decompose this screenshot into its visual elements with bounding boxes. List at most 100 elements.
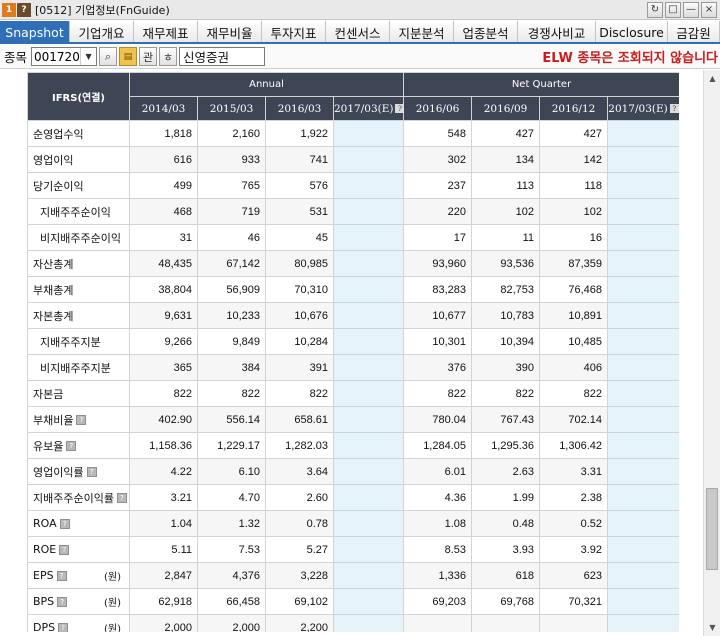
estimate-cell [607, 614, 679, 632]
tab-disclosure[interactable]: Disclosure [596, 21, 668, 42]
close-icon[interactable]: × [701, 1, 717, 18]
table-row: 순영업수익 1,818 2,160 1,922 548 427 427 [27, 120, 679, 147]
estimate-cell [332, 510, 405, 537]
value-cell: 1,282.03 [265, 432, 334, 459]
info-icon[interactable]: ? [58, 622, 69, 632]
estimate-cell [332, 302, 405, 329]
info-icon[interactable]: ? [66, 440, 77, 451]
tab-financial-statements[interactable]: 재무제표 [134, 21, 198, 42]
estimate-cell [332, 146, 405, 173]
estimate-cell [332, 484, 405, 511]
value-cell: 556.14 [197, 406, 266, 433]
estimate-cell [607, 536, 679, 563]
row-label-cell: 지배주주순이익률? [27, 484, 130, 511]
stock-code-input[interactable] [32, 49, 81, 64]
tab-company-overview[interactable]: 기업개요 [70, 21, 134, 42]
info-icon[interactable]: ? [116, 492, 127, 503]
estimate-cell [332, 432, 405, 459]
alert-button[interactable]: ㅎ [159, 47, 178, 66]
estimate-cell [332, 328, 405, 355]
value-cell: 531 [265, 198, 334, 225]
value-cell: 56,909 [197, 276, 266, 303]
value-cell: 7.53 [197, 536, 266, 563]
value-cell: 83,283 [403, 276, 473, 303]
value-cell: 10,394 [471, 328, 541, 355]
tab-snapshot[interactable]: Snapshot [0, 21, 70, 42]
tab-peer-comparison[interactable]: 경쟁사비교 [518, 21, 596, 42]
table-row: 영업이익률? 4.22 6.10 3.64 6.01 2.63 3.31 [27, 458, 679, 485]
table-row: 비지배주주순이익 31 46 45 17 11 16 [27, 224, 679, 251]
tab-investment-indicators[interactable]: 투자지표 [262, 21, 326, 42]
estimate-cell [607, 146, 679, 173]
tab-shareholding[interactable]: 지분분석 [390, 21, 454, 42]
value-cell: 406 [539, 354, 609, 381]
tab-fss[interactable]: 금감원 [668, 21, 720, 42]
info-icon[interactable]: ? [669, 104, 679, 113]
table-row: 지배주주순이익률? 3.21 4.70 2.60 4.36 1.99 2.38 [27, 484, 679, 511]
scrollbar-thumb[interactable] [706, 488, 718, 570]
help-badge-icon[interactable]: ? [17, 2, 31, 17]
value-cell: 1,306.42 [539, 432, 609, 459]
info-icon[interactable]: ? [57, 596, 68, 607]
refresh-icon[interactable]: ↻ [647, 1, 663, 18]
value-cell: 391 [265, 354, 334, 381]
row-label-cell: 영업이익 [27, 146, 130, 173]
folder-icon[interactable]: ▤ [119, 47, 138, 66]
value-cell: 38,804 [129, 276, 198, 303]
value-cell: 616 [129, 146, 198, 173]
value-cell: 4,376 [197, 562, 266, 589]
info-icon[interactable]: ? [76, 414, 87, 425]
value-cell: 69,768 [471, 588, 541, 615]
scroll-down-icon[interactable]: ▼ [704, 619, 720, 636]
row-label: 부채비율 [33, 413, 74, 427]
value-cell: 17 [403, 224, 473, 251]
row-label: 부채총계 [33, 283, 74, 297]
related-stocks-button[interactable]: 관 [139, 47, 158, 66]
info-icon[interactable]: ? [59, 544, 70, 555]
table-row: BPS? (원) 62,918 66,458 69,102 69,203 69,768 70,… [27, 588, 679, 615]
row-label: ROE [33, 543, 57, 556]
table-row: 자본총계 9,631 10,233 10,676 10,677 10,783 10,891 [27, 302, 679, 329]
value-cell: 10,783 [471, 302, 541, 329]
table-body: 순영업수익 1,818 2,160 1,922 548 427 427 영업이익 616 933 7… [27, 120, 679, 632]
value-cell: 2,000 [197, 614, 266, 632]
info-icon[interactable]: ? [395, 104, 405, 113]
estimate-cell [607, 224, 679, 251]
estimate-cell [607, 432, 679, 459]
screen-number-badge: 1 [2, 2, 16, 17]
maximize-icon[interactable]: □ [665, 1, 681, 18]
search-icon[interactable]: ⌕ [99, 47, 118, 66]
estimate-cell [332, 380, 405, 407]
value-cell: 80,985 [265, 250, 334, 277]
info-icon[interactable]: ? [59, 518, 70, 529]
value-cell: 384 [197, 354, 266, 381]
tab-financial-ratios[interactable]: 재무비율 [198, 21, 262, 42]
row-label-cell: ROA? [27, 510, 130, 537]
stock-code-combobox[interactable]: ▼ [31, 47, 98, 66]
info-icon[interactable]: ? [56, 570, 67, 581]
row-label: BPS [33, 595, 55, 608]
minimize-icon[interactable]: — [683, 1, 699, 18]
table-row: 부채비율? 402.90 556.14 658.61 780.04 767.43 702.1… [27, 406, 679, 433]
row-label-cell: 비지배주주지분 [27, 354, 130, 381]
tab-industry-analysis[interactable]: 업종분석 [454, 21, 518, 42]
vertical-scrollbar[interactable]: ▲ ▼ [703, 70, 720, 636]
value-cell: 10,284 [265, 328, 334, 355]
annual-group-header: Annual [128, 72, 405, 97]
value-cell: 62,918 [129, 588, 198, 615]
value-cell: 5.27 [265, 536, 334, 563]
value-cell: 1,922 [265, 120, 334, 147]
table-row: 비지배주주지분 365 384 391 376 390 406 [27, 354, 679, 381]
info-icon[interactable]: ? [86, 466, 97, 477]
scroll-up-icon[interactable]: ▲ [704, 70, 720, 87]
chevron-down-icon[interactable]: ▼ [80, 48, 96, 65]
value-cell: 1.04 [129, 510, 198, 537]
value-cell: 1,295.36 [471, 432, 541, 459]
value-cell: 3.31 [539, 458, 609, 485]
table-row: 영업이익 616 933 741 302 134 142 [27, 146, 679, 173]
value-cell: 45 [265, 224, 334, 251]
tab-consensus[interactable]: 컨센서스 [326, 21, 390, 42]
value-cell: 5.11 [129, 536, 198, 563]
value-cell [403, 614, 473, 632]
estimate-cell [607, 354, 679, 381]
